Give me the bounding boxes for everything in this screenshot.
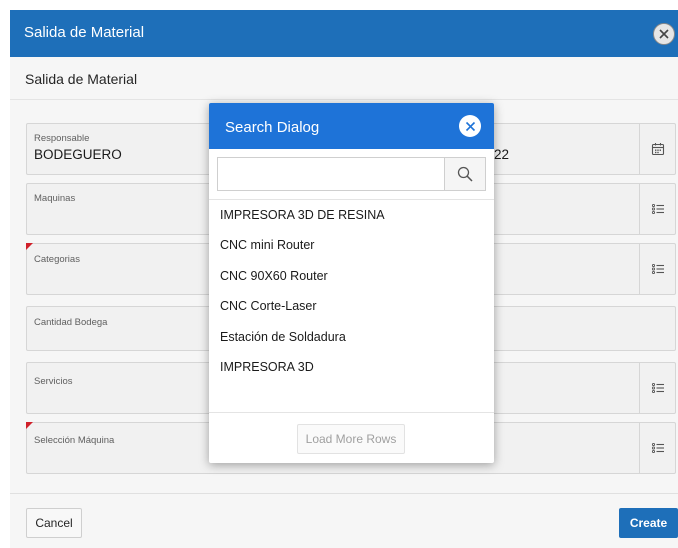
search-results-list: IMPRESORA 3D DE RESINA CNC mini Router C… <box>209 200 494 382</box>
categorias-label: Categorias <box>34 254 80 265</box>
calendar-button[interactable] <box>639 124 675 174</box>
close-icon <box>659 29 669 39</box>
calendar-icon <box>651 143 664 156</box>
search-result-item[interactable]: IMPRESORA 3D <box>209 352 494 382</box>
cantidad-bodega-label: Cantidad Bodega <box>34 317 108 328</box>
categorias-list-button[interactable] <box>639 244 675 294</box>
required-indicator <box>26 243 33 250</box>
divider <box>209 412 494 413</box>
responsable-value: BODEGUERO <box>34 147 122 162</box>
dialog-header: Salida de Material <box>10 10 678 57</box>
close-icon <box>465 121 475 131</box>
search-result-item[interactable]: CNC Corte-Laser <box>209 291 494 321</box>
load-more-rows-button[interactable]: Load More Rows <box>297 424 405 454</box>
list-icon <box>651 263 664 275</box>
date-value-partial: 22 <box>494 147 510 162</box>
search-icon <box>457 166 473 182</box>
servicios-list-button[interactable] <box>639 363 675 413</box>
search-result-item[interactable]: IMPRESORA 3D DE RESINA <box>209 200 494 230</box>
responsable-label: Responsable <box>34 133 90 144</box>
cancel-button[interactable]: Cancel <box>26 508 82 538</box>
maquinas-label: Maquinas <box>34 193 76 204</box>
search-result-item[interactable]: CNC mini Router <box>209 230 494 260</box>
servicios-label: Servicios <box>34 376 73 387</box>
divider <box>10 99 678 100</box>
create-button[interactable]: Create <box>619 508 678 538</box>
search-dialog-title: Search Dialog <box>225 119 320 136</box>
region-title: Salida de Material <box>25 71 138 87</box>
search-dialog-close-button[interactable] <box>459 115 481 137</box>
dialog-close-button[interactable] <box>653 23 675 45</box>
search-button[interactable] <box>444 157 486 191</box>
search-result-item[interactable]: CNC 90X60 Router <box>209 261 494 291</box>
seleccion-maquina-label: Selección Máquina <box>34 435 115 446</box>
list-icon <box>651 382 664 394</box>
maquinas-list-button[interactable] <box>639 184 675 234</box>
search-result-item[interactable]: Estación de Soldadura <box>209 322 494 352</box>
list-icon <box>651 442 664 454</box>
seleccion-maquina-list-button[interactable] <box>639 423 675 473</box>
search-dialog-header: Search Dialog <box>209 103 494 149</box>
required-indicator <box>26 422 33 429</box>
footer-divider <box>10 493 678 494</box>
dialog-title: Salida de Material <box>24 24 145 41</box>
search-input[interactable] <box>217 157 444 191</box>
list-icon <box>651 203 664 215</box>
search-dialog: Search Dialog IMPRESORA 3D DE RESINA CNC… <box>209 103 494 463</box>
